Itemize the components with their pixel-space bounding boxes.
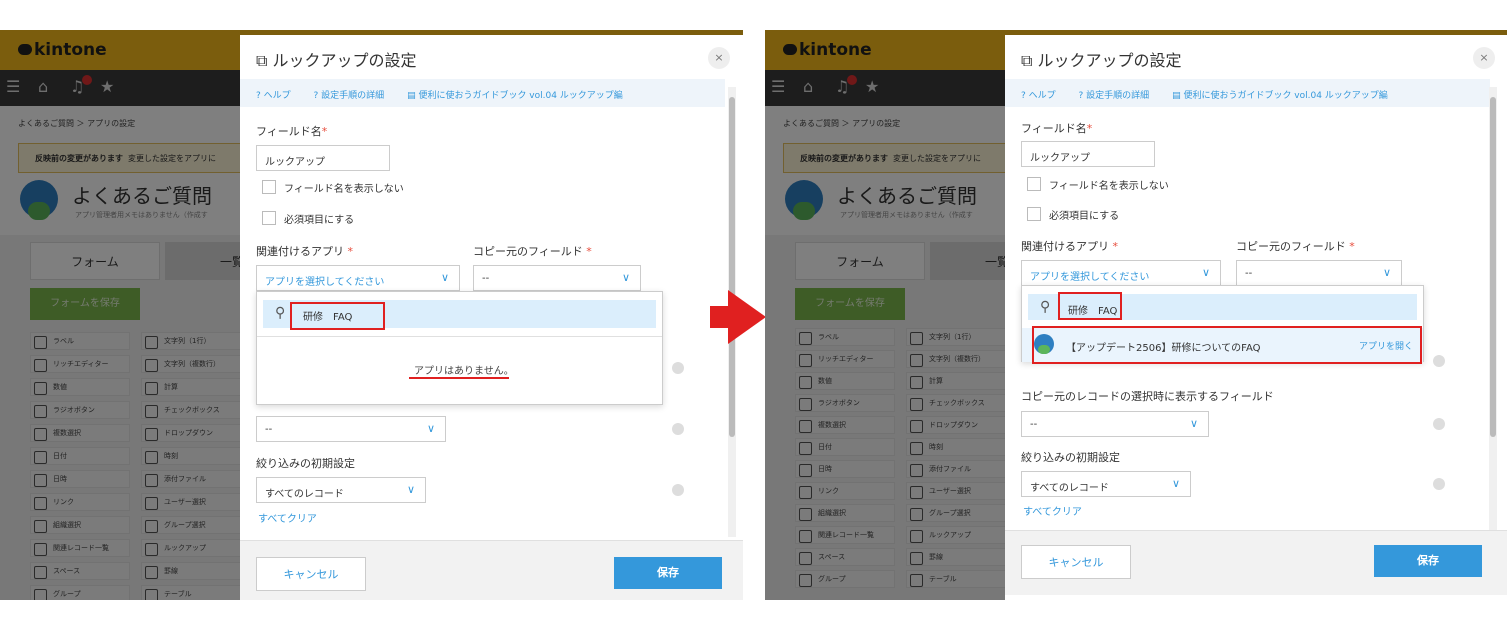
clear-all-link[interactable]: すべてクリア [1023, 503, 1082, 518]
dialog-footer: キャンセル 保存 [1005, 530, 1507, 595]
copy-from-select[interactable]: -- ∨ [1236, 260, 1402, 286]
dialog-title: ⧉ ルックアップの設定 [1021, 51, 1182, 70]
help-link[interactable]: ? ヘルプ [1021, 91, 1066, 101]
chevron-down-icon: ∨ [1201, 266, 1210, 279]
field-name-label: フィールド名* [1021, 122, 1093, 135]
copy-from-label: コピー元のフィールド * [1236, 240, 1355, 253]
chevron-down-icon: ∨ [621, 271, 630, 284]
scrollbar[interactable] [1489, 87, 1497, 537]
help-links: ? ヘルプ ? 設定手順の詳細 ▤ 便利に使おうガイドブック vol.04 ルッ… [1005, 79, 1490, 107]
chevron-down-icon: ∨ [1189, 417, 1198, 430]
filter-label: 絞り込みの初期設定 [1021, 451, 1120, 464]
copy-from-label: コピー元のフィールド * [473, 245, 592, 258]
cancel-button[interactable]: キャンセル [1021, 545, 1131, 579]
chevron-down-icon: ∨ [1382, 266, 1391, 279]
save-button[interactable]: 保存 [614, 557, 722, 589]
steps-link[interactable]: ? 設定手順の詳細 [314, 91, 395, 101]
chevron-down-icon: ∨ [406, 483, 415, 496]
steps-link[interactable]: ? 設定手順の詳細 [1079, 91, 1160, 101]
app-select[interactable]: アプリを選択してください ∨ [256, 265, 460, 291]
related-app-label: 関連付けるアプリ * [1021, 240, 1118, 253]
lookup-settings-dialog: ⧉ ルックアップの設定 × ? ヘルプ ? 設定手順の詳細 ▤ 便利に使おうガイ… [1005, 35, 1507, 600]
app-dropdown: ⚲ 研修 FAQ 【アップデート2506】研修についてのFAQ アプリを開く [1021, 285, 1424, 364]
add-icon[interactable] [1433, 478, 1445, 490]
hide-name-checkbox[interactable]: フィールド名を表示しない [262, 180, 404, 195]
field-name-input[interactable]: ルックアップ [256, 145, 390, 171]
no-apps-underline [409, 377, 509, 379]
copy-from-select[interactable]: -- ∨ [473, 265, 641, 291]
lookup-icon: ⧉ [1021, 51, 1038, 70]
field-name-label: フィールド名* [256, 125, 328, 138]
dialog-title: ⧉ ルックアップの設定 [256, 51, 417, 70]
app-select[interactable]: アプリを選択してください ∨ [1021, 260, 1221, 286]
filter-select[interactable]: すべてのレコード ∨ [1021, 471, 1191, 497]
filter-label: 絞り込みの初期設定 [256, 457, 355, 470]
guide-link[interactable]: ▤ 便利に使おうガイドブック vol.04 ルックアップ編 [1172, 91, 1398, 101]
result-highlight [1032, 326, 1422, 364]
display-fields-select[interactable]: -- ∨ [1021, 411, 1209, 437]
close-button[interactable]: × [1473, 47, 1495, 69]
help-link[interactable]: ? ヘルプ [256, 91, 301, 101]
add-icon[interactable] [672, 423, 684, 435]
save-button[interactable]: 保存 [1374, 545, 1482, 577]
chevron-down-icon: ∨ [440, 271, 449, 284]
add-icon[interactable] [1433, 418, 1445, 430]
arrow-right-icon [710, 290, 766, 344]
search-icon: ⚲ [275, 305, 286, 321]
chevron-down-icon: ∨ [426, 422, 435, 435]
search-icon: ⚲ [1040, 299, 1051, 315]
guide-link[interactable]: ▤ 便利に使おうガイドブック vol.04 ルックアップ編 [407, 91, 633, 101]
filter-select[interactable]: すべてのレコード ∨ [256, 477, 426, 503]
clear-all-link[interactable]: すべてクリア [258, 510, 317, 525]
field-name-input[interactable]: ルックアップ [1021, 141, 1155, 167]
display-fields-label: コピー元のレコードの選択時に表示するフィールド [1021, 390, 1274, 403]
screenshot-after: kintone ☰ ⌂ ♫ ★ よくあるご質問 ＞ アプリの設定 反映前の変更が… [765, 30, 1507, 600]
screenshot-before: kintone ☰ ⌂ ♫ ★ よくあるご質問 ＞ アプリの設定 反映前の変更が… [0, 30, 743, 600]
lookup-icon: ⧉ [256, 51, 273, 70]
cancel-button[interactable]: キャンセル [256, 557, 366, 591]
chevron-down-icon: ∨ [1171, 477, 1180, 490]
lookup-settings-dialog: ⧉ ルックアップの設定 × ? ヘルプ ? 設定手順の詳細 ▤ 便利に使おうガイ… [240, 35, 743, 600]
display-fields-select[interactable]: -- ∨ [256, 416, 446, 442]
add-icon[interactable] [672, 362, 684, 374]
add-icon[interactable] [672, 484, 684, 496]
search-highlight [290, 302, 385, 330]
search-highlight [1058, 292, 1122, 320]
help-links: ? ヘルプ ? 設定手順の詳細 ▤ 便利に使おうガイドブック vol.04 ルッ… [240, 79, 725, 107]
dialog-footer: キャンセル 保存 [240, 540, 743, 600]
add-icon[interactable] [1433, 355, 1445, 367]
close-button[interactable]: × [708, 47, 730, 69]
hide-name-checkbox[interactable]: フィールド名を表示しない [1027, 177, 1169, 192]
related-app-label: 関連付けるアプリ * [256, 245, 353, 258]
required-checkbox[interactable]: 必須項目にする [1027, 207, 1119, 222]
no-apps-message: アプリはありません。 [414, 366, 514, 377]
app-dropdown: ⚲ 研修 FAQ アプリはありません。 [256, 291, 663, 405]
required-checkbox[interactable]: 必須項目にする [262, 211, 354, 226]
